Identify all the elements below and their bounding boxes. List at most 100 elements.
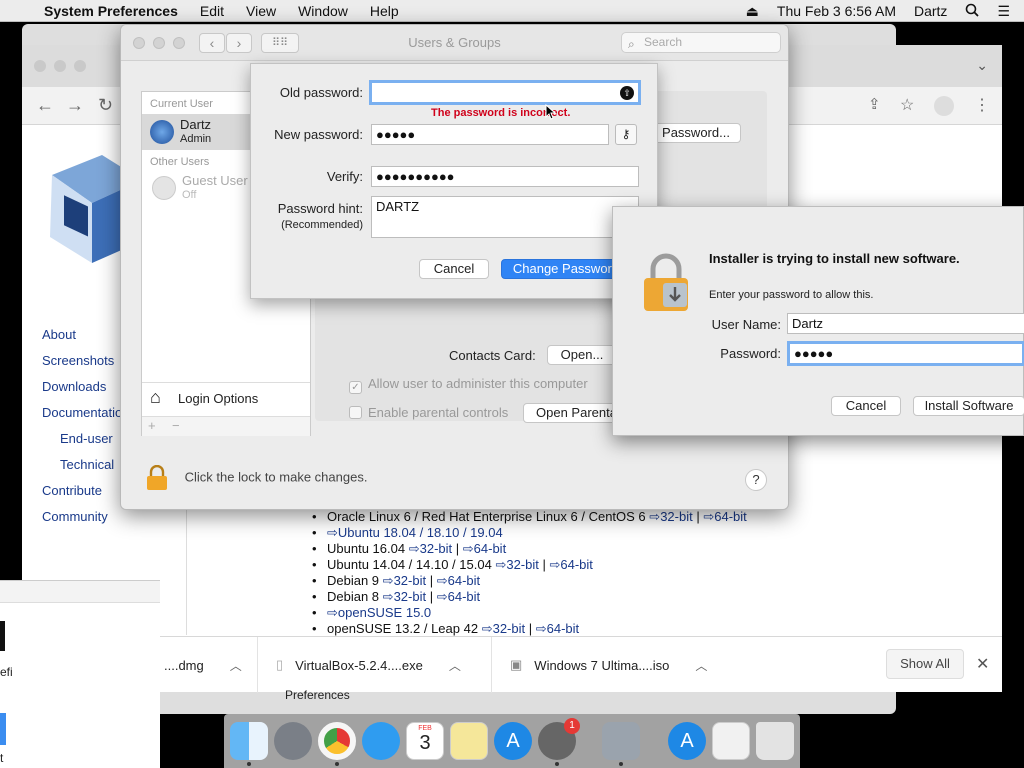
install-software-button[interactable]: Install Software <box>913 396 1024 416</box>
minimize-window-icon[interactable] <box>54 60 66 72</box>
cancel-button[interactable]: Cancel <box>831 396 901 416</box>
link-contribute[interactable]: Contribute <box>42 483 102 498</box>
menu-clock[interactable]: Thu Feb 3 6:56 AM <box>777 3 896 19</box>
link-community[interactable]: Community <box>42 509 108 524</box>
notification-badge: 1 <box>564 718 580 734</box>
search-placeholder: Search <box>644 35 683 49</box>
download-link[interactable]: ⇨64-bit <box>549 557 592 572</box>
download-item[interactable]: ▯ VirtualBox-5.2.4....exe ︿ <box>258 637 492 693</box>
link-end-user[interactable]: End-user <box>60 431 113 446</box>
link-documentation[interactable]: Documentation <box>42 405 129 420</box>
chevron-up-icon[interactable]: ︿ <box>230 657 242 674</box>
change-password-button[interactable]: Password... <box>651 123 741 143</box>
download-link[interactable]: ⇨64-bit <box>536 621 579 636</box>
eject-icon[interactable]: ⏏ <box>746 3 759 20</box>
download-link[interactable]: ⇨64-bit <box>437 589 480 604</box>
menu-view[interactable]: View <box>246 3 276 19</box>
password-assistant-key-icon[interactable]: ⚷ <box>615 124 637 145</box>
download-link[interactable]: ⇨64-bit <box>437 573 480 588</box>
download-item[interactable]: ....dmg ︿ <box>160 637 258 693</box>
forward-arrow-icon[interactable]: → <box>66 95 84 116</box>
link-downloads[interactable]: Downloads <box>42 379 106 394</box>
document-icon[interactable] <box>712 722 750 760</box>
download-link[interactable]: ⇨32-bit <box>649 509 692 524</box>
download-link[interactable]: ⇨32-bit <box>495 557 538 572</box>
menu-app-name[interactable]: System Preferences <box>44 3 178 19</box>
password-hint-field[interactable]: DARTZ <box>371 196 639 238</box>
user-name-value: Dartz <box>792 316 824 331</box>
download-link[interactable]: ⇨openSUSE 15.0 <box>327 605 431 620</box>
password-hint-sublabel: (Recommended) <box>281 219 363 231</box>
show-all-button[interactable]: Show All <box>886 649 964 679</box>
user-name-field[interactable]: Dartz <box>787 313 1024 334</box>
finder-icon[interactable] <box>230 722 268 760</box>
open-contacts-button[interactable]: Open... <box>547 345 617 365</box>
app-store-icon[interactable]: A <box>494 722 532 760</box>
zoom-window-icon[interactable] <box>74 60 86 72</box>
app-store-download-icon[interactable]: A <box>668 722 706 760</box>
allow-admin-label: Allow user to administer this computer <box>368 376 588 391</box>
parental-controls-checkbox[interactable]: Enable parental controls <box>349 405 508 420</box>
list-item: Debian 9 ⇨32-bit | ⇨64-bit <box>312 573 747 589</box>
profile-avatar-icon[interactable] <box>934 96 954 116</box>
chrome-icon[interactable] <box>318 722 356 760</box>
close-window-icon[interactable] <box>34 60 46 72</box>
menu-edit[interactable]: Edit <box>200 3 224 19</box>
safari-icon[interactable] <box>362 722 400 760</box>
help-button[interactable]: ? <box>745 469 767 491</box>
password-field[interactable]: ●●●●● <box>787 341 1024 366</box>
calendar-icon[interactable]: FEB 3 <box>406 722 444 760</box>
installer-auth-dialog: Installer is trying to install new softw… <box>612 206 1024 436</box>
menu-window[interactable]: Window <box>298 3 348 19</box>
link-technical[interactable]: Technical <box>60 457 114 472</box>
login-options-item[interactable]: ⌂ Login Options <box>142 382 310 414</box>
partial-window-button[interactable] <box>0 713 6 745</box>
installer-icon[interactable] <box>602 722 640 760</box>
list-item: openSUSE 13.2 / Leap 42 ⇨32-bit | ⇨64-bi… <box>312 621 747 637</box>
download-link[interactable]: ⇨32-bit <box>482 621 525 636</box>
launchpad-icon[interactable] <box>274 722 312 760</box>
tab-list-chevron-icon[interactable]: ⌄ <box>976 57 988 74</box>
close-icon[interactable]: ✕ <box>976 654 989 674</box>
download-item[interactable]: ▣ Windows 7 Ultima....iso ︿ <box>492 637 726 693</box>
chevron-up-icon[interactable]: ︿ <box>449 657 461 674</box>
list-item: Ubuntu 14.04 / 14.10 / 15.04 ⇨32-bit | ⇨… <box>312 557 747 573</box>
add-user-button[interactable]: + <box>148 418 156 433</box>
menu-user[interactable]: Dartz <box>914 3 947 19</box>
download-link[interactable]: ⇨64-bit <box>463 541 506 556</box>
user-role: Admin <box>180 133 212 145</box>
distro-name: Ubuntu 14.04 / 14.10 / 15.04 <box>327 557 492 572</box>
bookmark-star-icon[interactable]: ☆ <box>900 95 914 115</box>
browser-menu-icon[interactable]: ⋮ <box>974 95 990 115</box>
new-password-field[interactable]: ●●●●● <box>371 124 609 145</box>
login-options-label: Login Options <box>178 391 259 406</box>
download-link[interactable]: ⇨32-bit <box>383 589 426 604</box>
download-link[interactable]: ⇨Ubuntu 18.04 / 18.10 / 19.04 <box>327 525 503 540</box>
remove-user-button[interactable]: − <box>172 418 180 433</box>
spotlight-icon[interactable] <box>965 3 980 20</box>
allow-admin-checkbox[interactable]: ✓ Allow user to administer this computer <box>349 376 588 394</box>
reload-icon[interactable]: ↻ <box>98 95 113 116</box>
search-input[interactable]: ⌕ Search <box>621 32 781 53</box>
link-about[interactable]: About <box>42 327 76 342</box>
cancel-button[interactable]: Cancel <box>419 259 489 279</box>
notes-icon[interactable] <box>450 722 488 760</box>
running-indicator <box>335 762 339 766</box>
menu-help[interactable]: Help <box>370 3 399 19</box>
download-link[interactable]: ⇨32-bit <box>383 573 426 588</box>
share-icon[interactable]: ⇪ <box>868 95 881 113</box>
trash-icon[interactable] <box>756 722 794 760</box>
link-screenshots[interactable]: Screenshots <box>42 353 114 368</box>
verify-password-field[interactable]: ●●●●●●●●●● <box>371 166 639 187</box>
download-link[interactable]: ⇨32-bit <box>409 541 452 556</box>
notification-center-icon[interactable]: ☰ <box>997 3 1010 20</box>
chevron-up-icon[interactable]: ︿ <box>695 657 707 674</box>
behind-window-label: Preferences <box>285 688 350 702</box>
back-arrow-icon[interactable]: ← <box>36 95 54 116</box>
old-password-field[interactable]: ⇧ <box>369 80 641 105</box>
dialog-message: Enter your password to allow this. <box>709 289 874 301</box>
download-link[interactable]: ⇨64-bit <box>703 509 746 524</box>
lock-icon[interactable] <box>145 464 169 491</box>
partial-left-window: efi t <box>0 580 160 768</box>
lock-message: Click the lock to make changes. <box>184 469 368 485</box>
